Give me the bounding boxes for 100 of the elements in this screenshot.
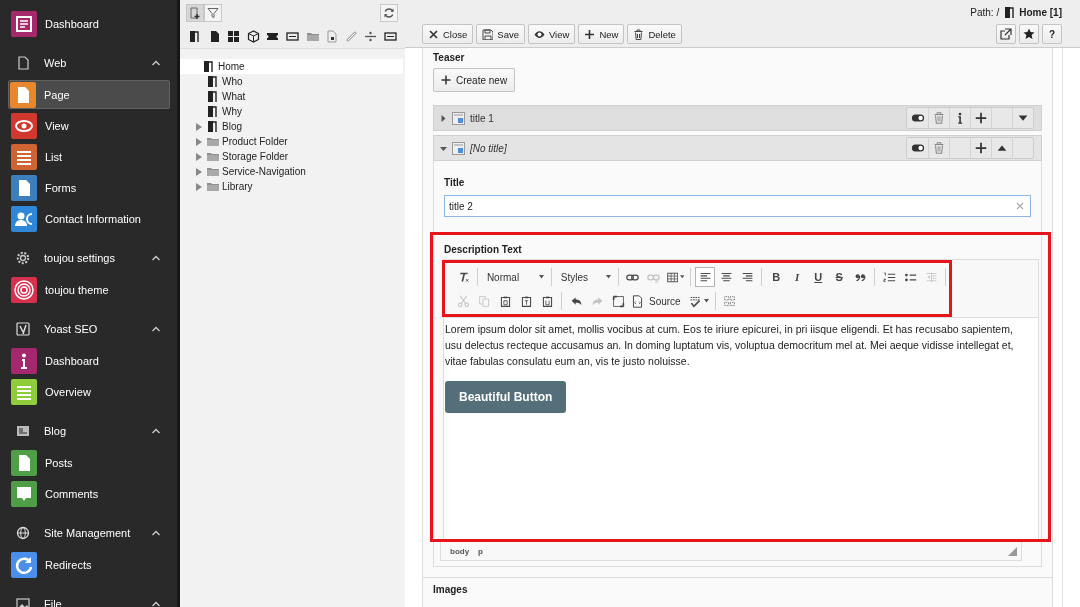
folder-icon: [206, 180, 219, 193]
external-link-icon: [1000, 28, 1012, 40]
filter-icon: [207, 7, 219, 19]
align-right-icon: [740, 270, 754, 284]
trash-icon: [932, 111, 946, 125]
sidebar-item[interactable]: View: [0, 110, 170, 141]
sidebar-item[interactable]: Posts: [0, 447, 170, 478]
tree-node[interactable]: Why: [180, 104, 403, 119]
tree-node[interactable]: Product Folder: [180, 134, 403, 149]
new-page-button[interactable]: [186, 4, 204, 22]
sidebar-group-header[interactable]: Site Management: [0, 517, 177, 549]
input-field[interactable]: title 2: [444, 195, 1031, 217]
document-icon: [16, 56, 30, 70]
sidebar-item[interactable]: Comments: [0, 478, 170, 509]
toolbar-button[interactable]: Delete: [627, 24, 682, 44]
record-header[interactable]: title 1: [433, 105, 1042, 131]
sidebar-group-header[interactable]: Web: [0, 47, 177, 79]
sidebar-item[interactable]: Contact Information: [0, 203, 170, 234]
page-icon: [202, 60, 215, 73]
content-button[interactable]: Beautiful Button: [445, 381, 567, 413]
clipboard-icon: [519, 294, 533, 308]
page-icon: [206, 75, 219, 88]
toolbar-button[interactable]: B: [766, 267, 787, 287]
tree-node[interactable]: Storage Folder: [180, 149, 403, 164]
folder-icon: [206, 165, 219, 178]
path-label: Path: /: [970, 6, 1000, 18]
toolbar-button[interactable]: Close: [422, 24, 474, 44]
tree-node[interactable]: Home: [180, 59, 403, 74]
page-icon: [1003, 6, 1016, 18]
collapsed-arrow-icon[interactable]: [195, 137, 203, 146]
sidebar-item[interactable]: Page: [8, 80, 170, 109]
sidebar-group-header[interactable]: Blog: [0, 415, 177, 447]
record-title[interactable]: title 1: [470, 112, 901, 124]
outdent-icon: [924, 270, 938, 284]
spellcheck-icon: [688, 294, 702, 308]
sidebar-item[interactable]: Dashboard: [0, 8, 170, 39]
folder-icon: [206, 135, 219, 148]
blocks-icon: [723, 294, 737, 308]
toolbar-button[interactable]: New: [578, 24, 625, 44]
body-text: Lorem ipsum dolor sit amet, mollis vocibus at cum. Eos te iriure epicurei, in pri iisque eligendi. Et has recusabo sapientem, usu delectus recteque accusamus an. In doming luptatum vis, voluptua democritum mel at. Mei aeque vidisse intellegat et, vitae fabulas consulatu eum an, vis te justo noluisse.: [445, 322, 1015, 369]
sidebar-group-header[interactable]: toujou settings: [0, 242, 177, 274]
gear-icon: [16, 251, 30, 265]
numbered-list-icon: [882, 270, 896, 284]
expanded-arrow-icon[interactable]: [440, 144, 447, 152]
bookmark-button[interactable]: [1019, 24, 1039, 44]
sidebar-item[interactable]: Forms: [0, 172, 170, 203]
toolbar-button[interactable]: [695, 267, 716, 287]
divider-icon[interactable]: [363, 29, 379, 44]
open-in-new-window-button[interactable]: [996, 24, 1016, 44]
help-button[interactable]: ?: [1042, 24, 1062, 44]
section-label: Images: [433, 583, 468, 596]
grid-icon[interactable]: [226, 29, 242, 44]
new-page-icon: [189, 7, 201, 19]
toolbar-button[interactable]: I: [787, 267, 808, 287]
collapsed-arrow-icon[interactable]: [195, 167, 203, 176]
collapsed-arrow-icon[interactable]: [440, 114, 447, 122]
element-path-item[interactable]: p: [478, 546, 483, 556]
tree-node[interactable]: Who: [180, 74, 403, 89]
trash-icon: [932, 141, 946, 155]
sidebar-group-header[interactable]: Yoast SEO: [0, 313, 177, 345]
create-new-button[interactable]: Create new: [433, 68, 516, 92]
tree-node[interactable]: What: [180, 89, 403, 104]
refresh-button[interactable]: [380, 4, 398, 22]
element-path-item[interactable]: body: [450, 546, 470, 556]
document-icon[interactable]: [324, 29, 340, 44]
plus-icon: [974, 111, 988, 125]
card-icon[interactable]: [382, 29, 398, 44]
sidebar-item[interactable]: Overview: [0, 376, 170, 407]
toolbar-button[interactable]: Save: [476, 24, 525, 44]
trash-icon: [633, 28, 645, 40]
collapsed-arrow-icon[interactable]: [195, 182, 203, 191]
door-icon[interactable]: [187, 29, 202, 44]
sidebar-item[interactable]: Dashboard: [0, 345, 170, 376]
star-icon: [1023, 28, 1035, 40]
sidebar-item[interactable]: Redirects: [0, 549, 170, 580]
toolbar-button[interactable]: View: [527, 24, 576, 44]
toolbar-button[interactable]: S: [829, 267, 850, 287]
content-element-icon: [452, 111, 465, 125]
tree-node[interactable]: Service-Navigation: [180, 164, 403, 179]
path-page-link[interactable]: Home [1]: [1019, 6, 1062, 18]
cube-icon[interactable]: [245, 29, 261, 44]
tree-node[interactable]: Blog: [180, 119, 403, 134]
source-button[interactable]: Source: [629, 291, 686, 311]
collapsed-arrow-icon[interactable]: [195, 152, 203, 161]
record-title[interactable]: [No title]: [470, 142, 901, 154]
record-header[interactable]: [No title]: [433, 135, 1042, 161]
filter-button[interactable]: [204, 4, 222, 22]
caret-icon: [538, 275, 544, 279]
format-dropdown[interactable]: Normal: [481, 267, 547, 287]
collapsed-arrow-icon[interactable]: [195, 122, 203, 131]
newspaper-icon: [16, 424, 30, 438]
tree-node[interactable]: Library: [180, 179, 403, 194]
toolbar-button[interactable]: U: [808, 267, 829, 287]
clipboard-icon: [540, 294, 554, 308]
sidebar-item[interactable]: toujou theme: [0, 274, 170, 305]
resize-handle-icon[interactable]: [1008, 546, 1017, 556]
card-icon[interactable]: [284, 29, 300, 44]
plus-icon: [441, 75, 451, 85]
format-dropdown[interactable]: Styles: [555, 267, 614, 287]
sidebar-item[interactable]: List: [0, 141, 170, 172]
